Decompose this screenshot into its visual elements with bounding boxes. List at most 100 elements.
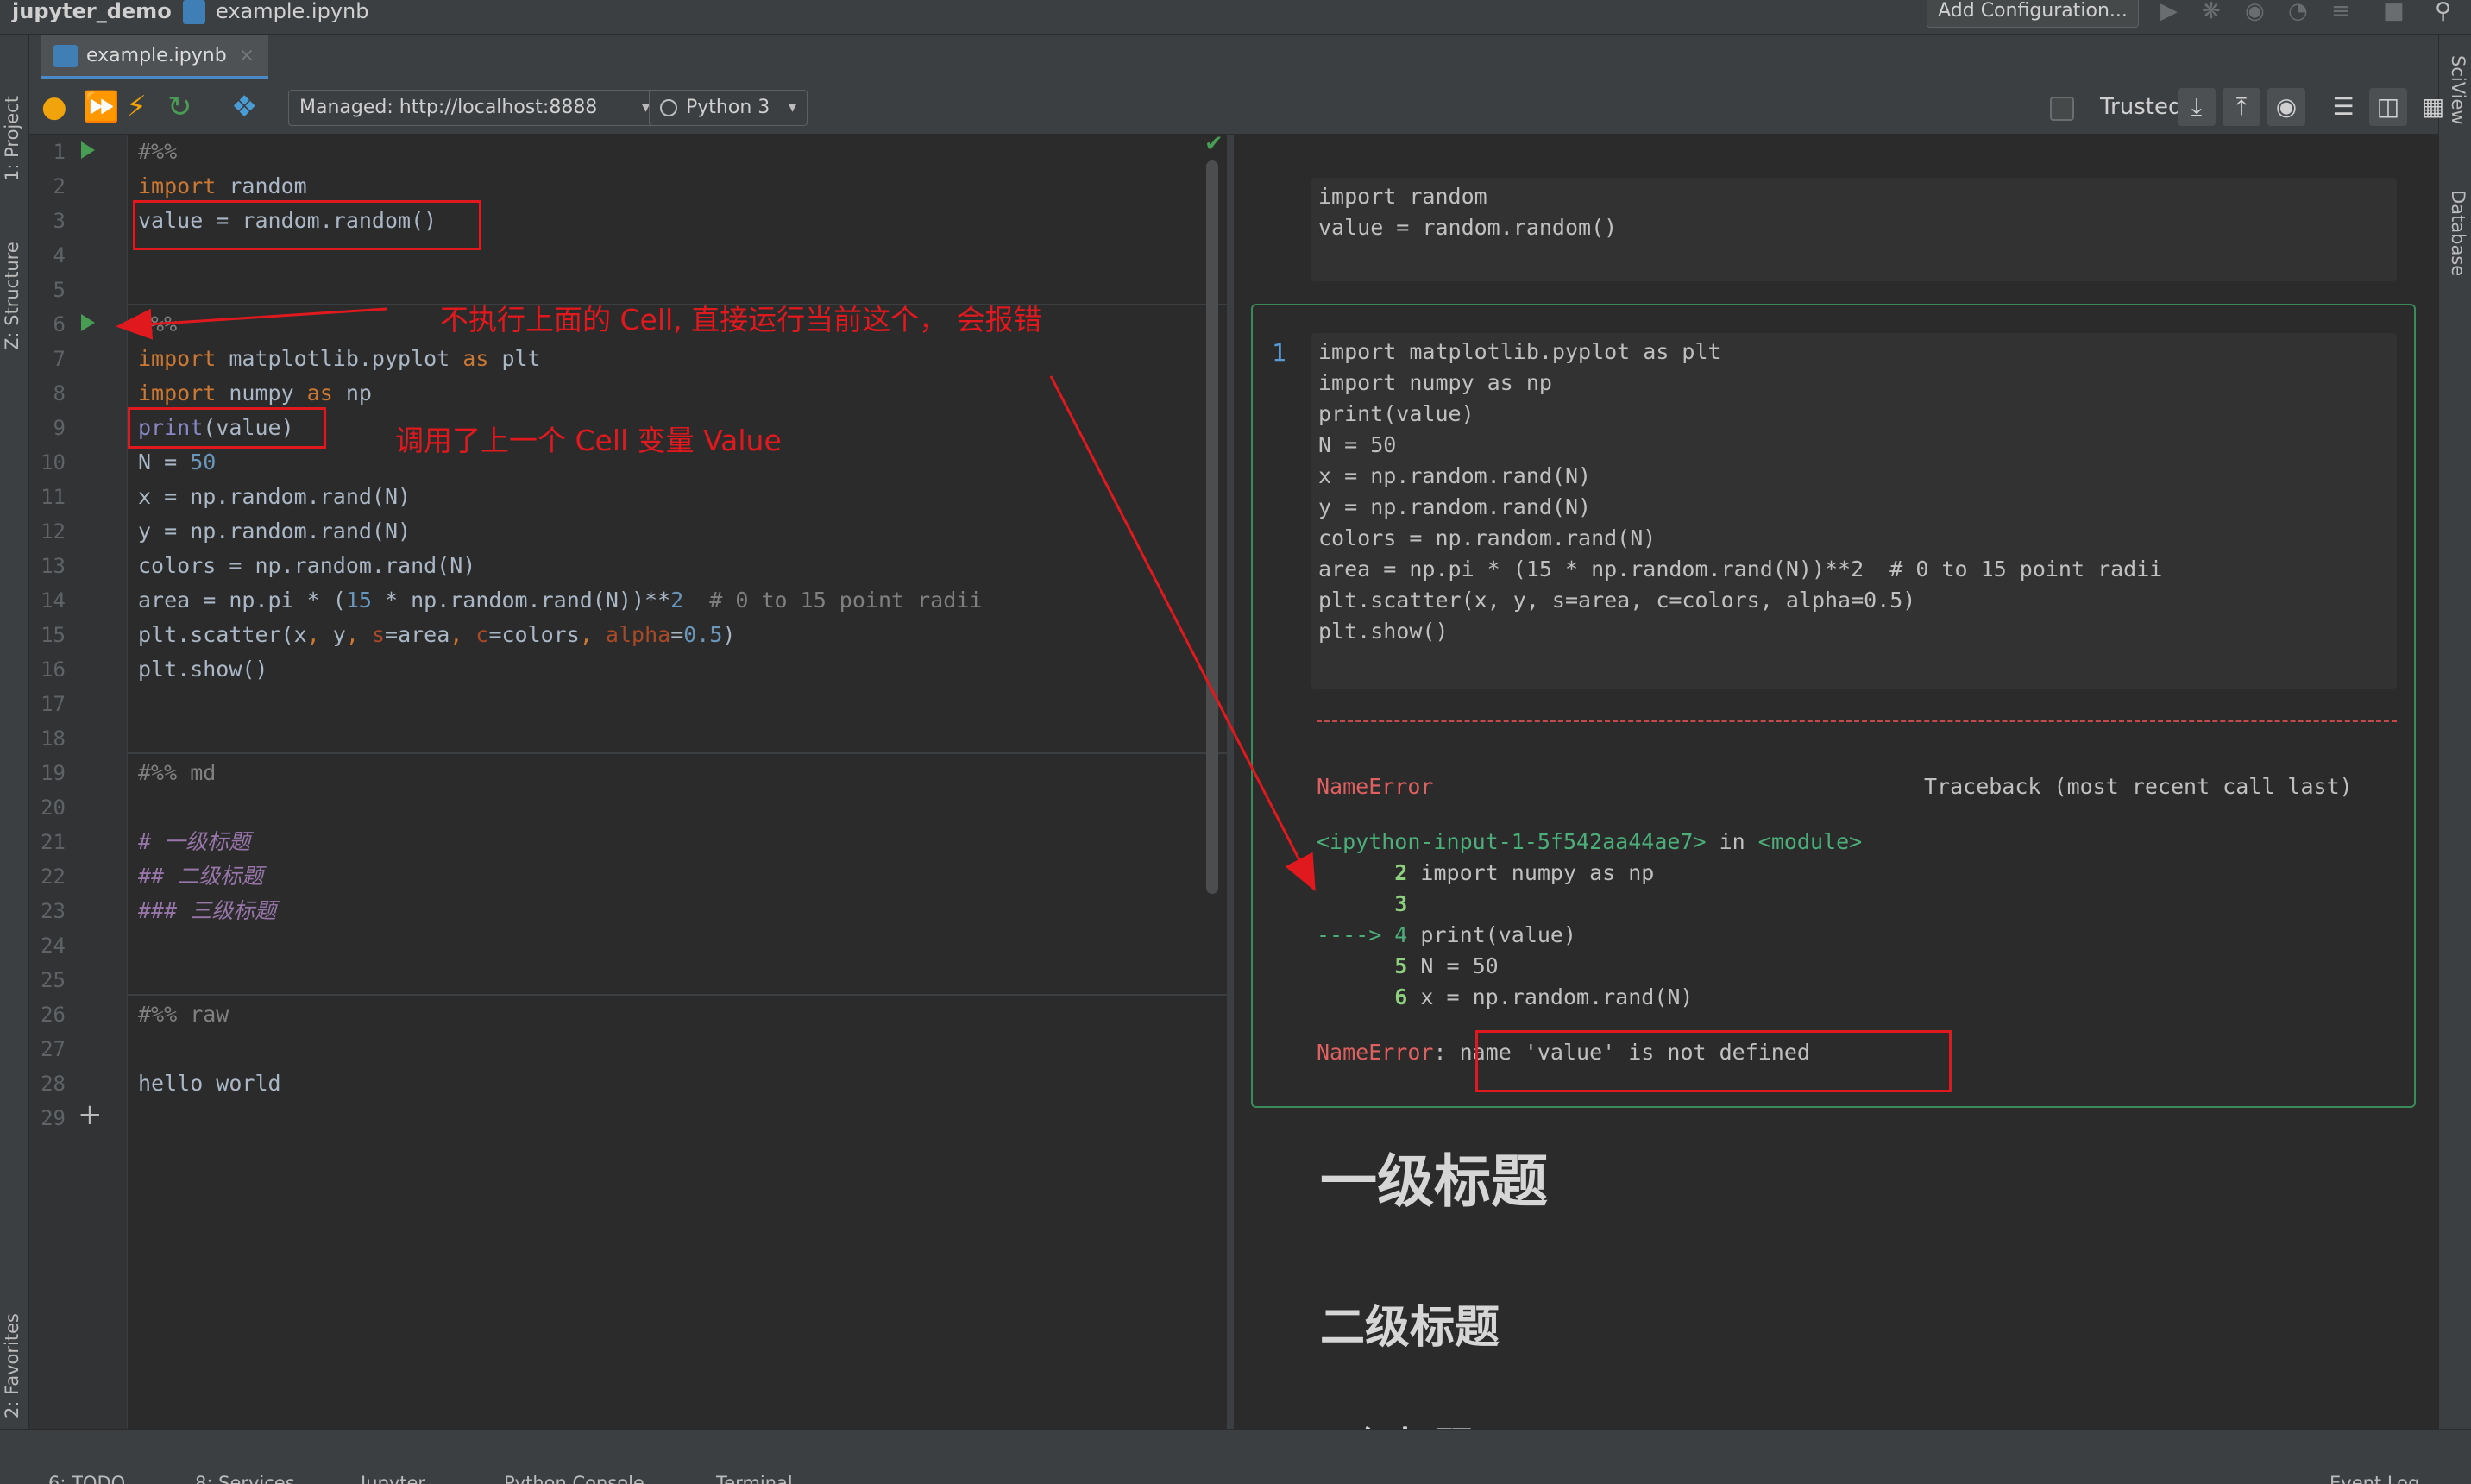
add-configuration-button[interactable]: Add Configuration... <box>1927 0 2139 28</box>
server-dropdown[interactable]: Managed: http://localhost:8888 ▾ <box>288 90 661 126</box>
jupyter-server-icon[interactable]: ❖ <box>231 91 257 123</box>
navigation-bar: jupyter_demo › example.ipynb Add Configu… <box>0 0 2471 35</box>
preview-code-line: y = np.random.rand(N) <box>1318 494 1592 519</box>
notebook-file-icon <box>53 45 78 67</box>
highlight-box-error <box>1475 1030 1952 1092</box>
markdown-h2: 二级标题 <box>1320 1302 1500 1354</box>
event-log-tool-tab[interactable]: Event Log <box>2330 1473 2419 1484</box>
traceback-location: <ipython-input-1-5f542aa44ae7> in <modul… <box>1317 827 1862 858</box>
keyword: import <box>138 346 217 371</box>
comma: , <box>306 622 333 647</box>
run-icon[interactable]: ▶ <box>2160 0 2178 22</box>
code-line-26: #%% raw <box>138 1002 229 1027</box>
split-view-icon[interactable]: ◫ <box>2369 88 2407 126</box>
execution-count: 1 <box>1272 338 1286 367</box>
code-line-23: ### 三级标题 <box>138 898 277 923</box>
preview-only-icon[interactable]: ▦ <box>2414 88 2452 126</box>
tool-window-bar: 6: TODO 8: Services Jupyter Python Conso… <box>0 1429 2471 1484</box>
coverage-icon[interactable]: ◉ <box>2245 0 2265 22</box>
keyword: import <box>138 380 217 406</box>
traceback-line-number: 6 <box>1317 984 1408 1009</box>
line-number: 15 <box>41 623 66 647</box>
code-text: np <box>332 380 372 406</box>
code-text: plt <box>488 346 541 371</box>
line-number: 25 <box>41 968 66 992</box>
code-line-11: x = np.random.rand(N) <box>138 484 412 509</box>
check-icon: ✔ <box>1204 131 1223 157</box>
code-line-19: #%% md <box>138 760 217 785</box>
services-tool-tab[interactable]: 8: Services <box>195 1473 295 1484</box>
jupyter-tool-tab[interactable]: Jupyter <box>361 1473 425 1484</box>
line-number: 20 <box>41 795 66 820</box>
todo-tool-tab[interactable]: 6: TODO <box>48 1473 125 1484</box>
preview-code-line: area = np.pi * (15 * np.random.rand(N))*… <box>1318 556 2163 582</box>
editor-only-icon[interactable]: ☰ <box>2324 88 2362 126</box>
traceback-final-name: NameError <box>1317 1040 1434 1065</box>
line-number: 17 <box>41 692 66 716</box>
right-tool-strip: SciView Database <box>2438 35 2471 1429</box>
keyword: as <box>462 346 489 371</box>
code-line-10: N = 50 <box>138 445 216 480</box>
preview-code-line: import matplotlib.pyplot as plt <box>1318 339 1721 364</box>
line-number: 1 <box>53 140 66 164</box>
traceback-line: 6 x = np.random.rand(N) <box>1317 982 1693 1013</box>
preview-code-line: plt.show() <box>1318 619 1449 644</box>
lightbulb-icon[interactable]: ● <box>41 91 67 123</box>
code-line-15: plt.scatter(x, y, s=area, c=colors, alph… <box>138 618 735 652</box>
database-tool-tab[interactable]: Database <box>2443 190 2468 336</box>
search-icon[interactable]: ⚲ <box>2435 0 2451 22</box>
debug-icon[interactable]: ❋ <box>2202 0 2221 22</box>
line-number: 21 <box>41 830 66 854</box>
preview-code-line: x = np.random.rand(N) <box>1318 463 1592 488</box>
close-tab-icon[interactable]: × <box>239 45 255 66</box>
add-cell-icon[interactable]: + <box>78 1097 103 1132</box>
code-text: matplotlib.pyplot <box>216 346 463 371</box>
traceback-line-number: 2 <box>1317 860 1408 885</box>
trusted-checkbox[interactable] <box>2050 97 2074 121</box>
profile-icon[interactable]: ◔ <box>2288 0 2308 22</box>
run-all-icon[interactable]: ⏩ <box>83 91 119 123</box>
move-cell-down-icon[interactable]: ⤓ <box>2178 88 2216 126</box>
run-cell-icon[interactable] <box>81 314 95 331</box>
traceback-in: in <box>1706 829 1758 854</box>
project-tool-tab[interactable]: 1: Project <box>2 52 28 181</box>
tab-example-ipynb[interactable]: example.ipynb × <box>41 35 269 79</box>
preview-cell-2[interactable]: import matplotlib.pyplot as plt import n… <box>1311 333 2397 689</box>
line-number: 14 <box>41 588 66 613</box>
line-number: 11 <box>41 485 66 509</box>
line-number: 8 <box>53 381 66 406</box>
highlight-box-value-assign <box>133 200 481 250</box>
notebook-file-icon <box>183 0 205 24</box>
line-number: 3 <box>53 209 66 233</box>
run-cell-icon[interactable] <box>81 141 95 159</box>
line-number: 2 <box>53 174 66 198</box>
code-line-28: hello world <box>138 1071 281 1096</box>
preview-code-line: N = 50 <box>1318 432 1397 457</box>
param: c <box>475 622 489 647</box>
structure-tool-tab[interactable]: Z: Structure <box>2 204 28 350</box>
python-console-tool-tab[interactable]: Python Console <box>504 1473 644 1484</box>
traceback-line-number: 3 <box>1317 891 1408 916</box>
editor-scrollbar[interactable] <box>1206 160 1218 894</box>
preview-toggle-icon[interactable]: ◉ <box>2267 88 2305 126</box>
move-cell-up-icon[interactable]: ⤒ <box>2223 88 2260 126</box>
code-editor[interactable]: + #%% import random value = random.rando… <box>29 131 1227 1429</box>
pane-divider[interactable] <box>1227 135 1234 1429</box>
preview-code-line: import numpy as np <box>1318 370 1552 395</box>
concurrency-icon[interactable]: ≡ <box>2331 0 2350 22</box>
number: 50 <box>190 450 217 475</box>
code-line-16: plt.show() <box>138 657 268 682</box>
breadcrumb-file[interactable]: example.ipynb <box>216 0 368 24</box>
traceback-file: <ipython-input-1-5f542aa44ae7> <box>1317 829 1707 854</box>
restart-kernel-icon[interactable]: ↻ <box>167 91 192 123</box>
breadcrumb-project[interactable]: jupyter_demo <box>12 0 172 24</box>
terminal-tool-tab[interactable]: Terminal <box>716 1473 793 1484</box>
line-number: 29 <box>41 1106 66 1130</box>
favorites-tool-tab[interactable]: 2: Favorites <box>2 1298 28 1418</box>
lightning-icon[interactable]: ⚡ <box>126 91 147 123</box>
kernel-dropdown[interactable]: Python 3 ▾ <box>649 90 808 126</box>
preview-cell-1[interactable]: import random value = random.random() <box>1311 178 2397 281</box>
traceback-line: 5 N = 50 <box>1317 951 1498 982</box>
number: 15 <box>345 588 372 613</box>
stop-icon[interactable]: ■ <box>2383 0 2405 22</box>
